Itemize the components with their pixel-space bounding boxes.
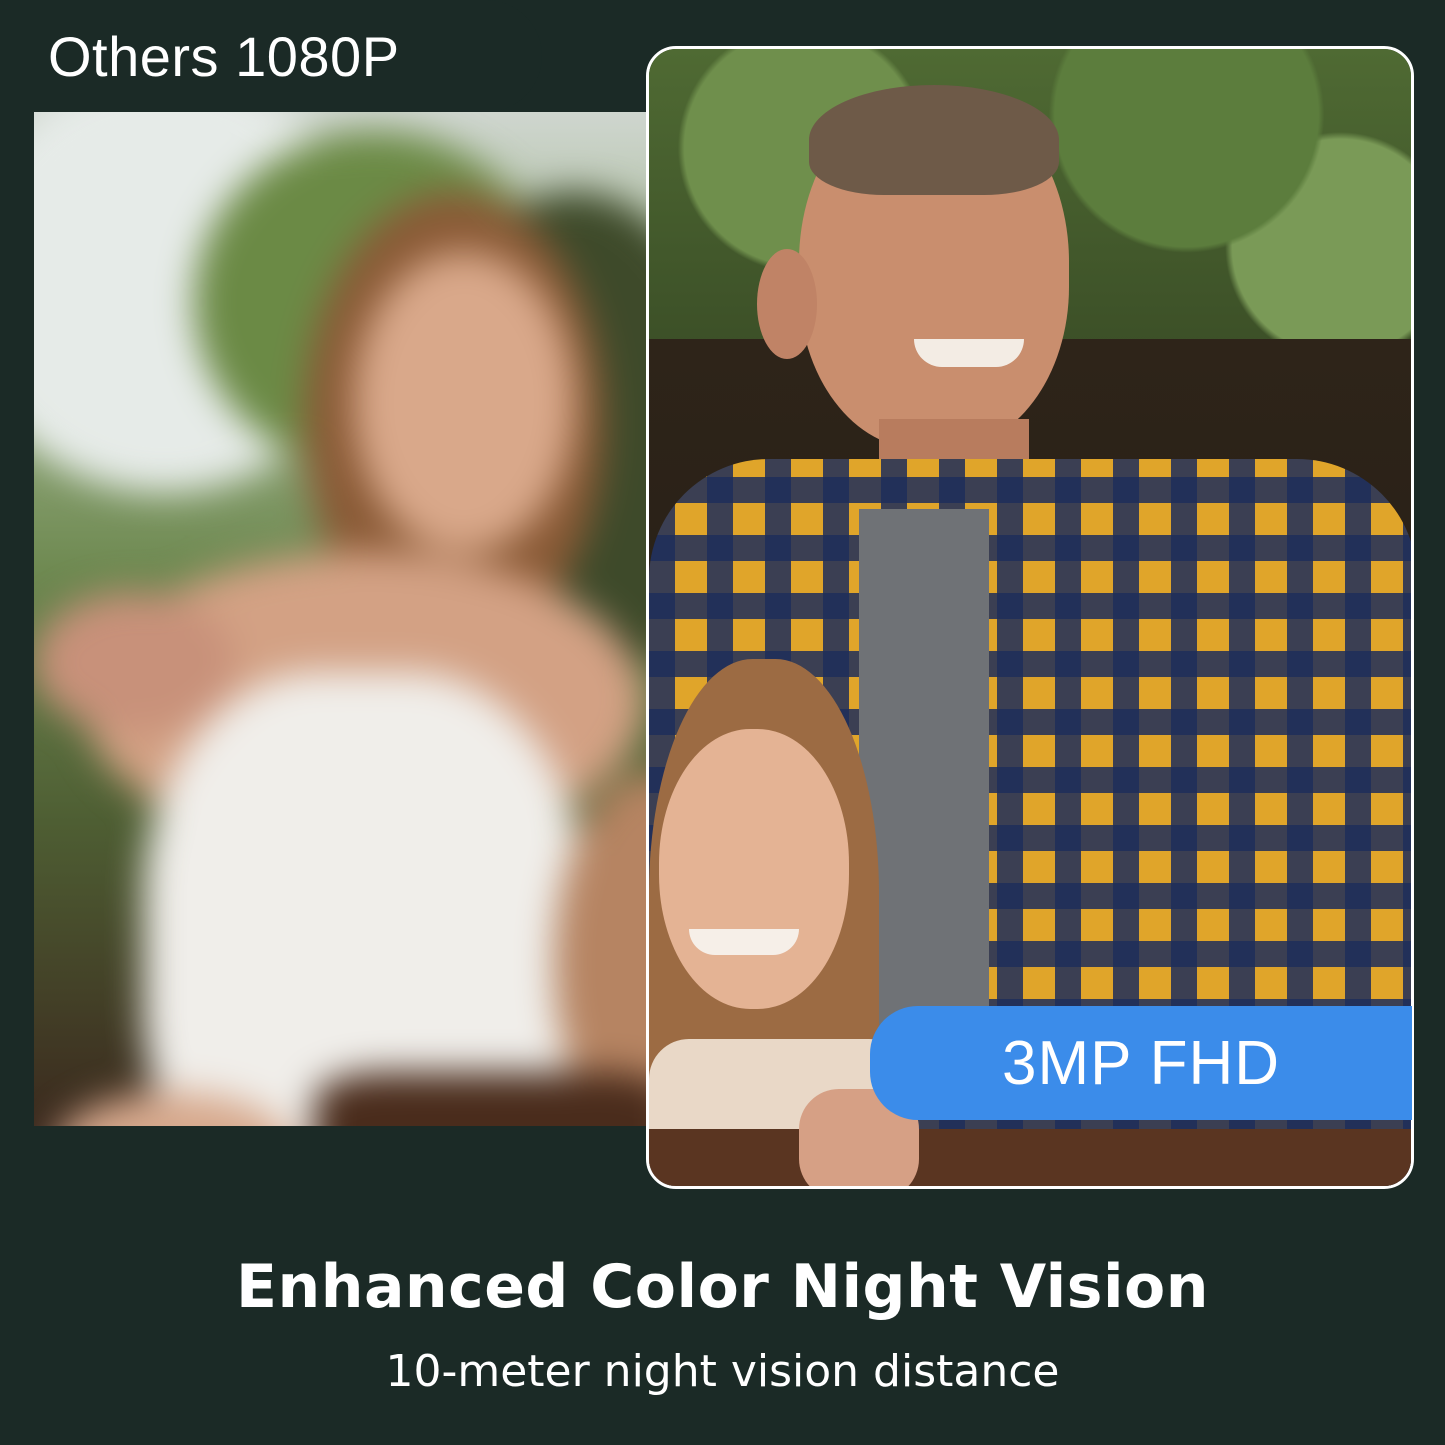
others-1080p-label: Others 1080P	[48, 24, 400, 88]
headline: Enhanced Color Night Vision	[236, 1252, 1209, 1322]
subline: 10-meter night vision distance	[385, 1346, 1060, 1397]
3mp-fhd-badge: 3MP FHD	[870, 1006, 1412, 1120]
others-1080p-tag: Others 1080P	[0, 0, 542, 112]
others-1080p-photo	[34, 112, 674, 1126]
3mp-fhd-label: 3MP FHD	[1001, 1028, 1280, 1098]
